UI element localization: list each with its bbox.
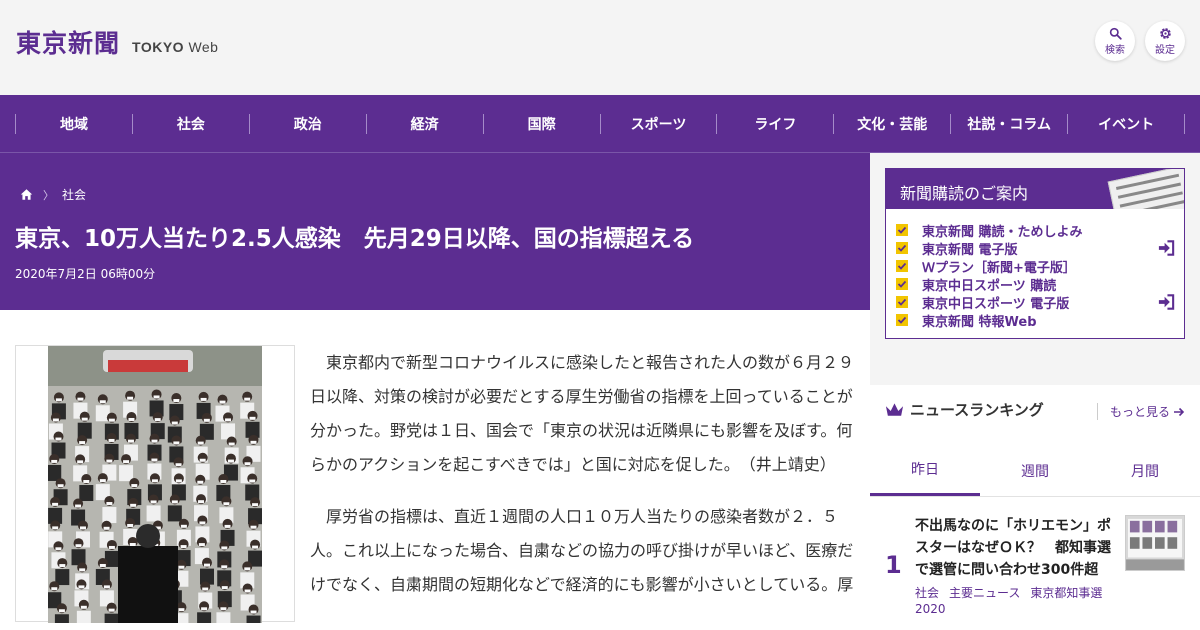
subscription-heading: 新聞購読のご案内 bbox=[900, 184, 1029, 203]
subscription-item-label: 東京新聞 特報Web bbox=[922, 314, 1037, 330]
article-paragraph: 東京都内で新型コロナウイルスに感染したと報告された人の数が６月２９日以降、対策の… bbox=[310, 353, 855, 474]
tab-yesterday[interactable]: 昨日 bbox=[870, 445, 980, 496]
checkbox-icon bbox=[896, 224, 908, 236]
subscription-item-label: 東京中日スポーツ 電子版 bbox=[922, 296, 1070, 312]
checkbox-icon bbox=[896, 314, 908, 326]
tab-monthly[interactable]: 月間 bbox=[1090, 445, 1200, 496]
nav-item-international[interactable]: 国際 bbox=[482, 114, 600, 134]
search-label: 検索 bbox=[1105, 44, 1125, 56]
home-icon[interactable] bbox=[20, 188, 33, 201]
ranking-tag[interactable]: 主要ニュース bbox=[949, 586, 1020, 600]
ranking-tabs: 昨日 週間 月間 bbox=[870, 445, 1200, 497]
subscription-item[interactable]: Ｗプラン［新聞+電子版］ bbox=[896, 257, 1176, 276]
subscription-item-label: 東京新聞 購読・ためしよみ bbox=[922, 224, 1083, 240]
article-date: 2020年7月2日 06時00分 bbox=[15, 267, 156, 281]
article-paragraph: 厚労省の指標は、直近１週間の人口１０万人当たりの感染者数が２．５人。これ以上にな… bbox=[310, 507, 854, 594]
ranking-item[interactable]: 1 不出馬なのに「ホリエモン」ポスターはなぜＯＫ？ 都知事選で選管に問い合わせ3… bbox=[870, 513, 1200, 623]
crowd-photo bbox=[48, 346, 262, 623]
more-link-label: もっと見る bbox=[1109, 405, 1170, 419]
nav-item-life[interactable]: ライフ bbox=[716, 114, 833, 134]
subscription-heading-bar: 新聞購読のご案内 bbox=[886, 169, 1184, 209]
nav-item-events[interactable]: イベント bbox=[1067, 114, 1186, 134]
gear-icon bbox=[1159, 27, 1171, 39]
global-nav: 地域 社会 政治 経済 国際 スポーツ ライフ 文化・芸能 社説・コラム イベン… bbox=[0, 95, 1200, 153]
settings-label: 設定 bbox=[1155, 44, 1175, 56]
checkbox-icon bbox=[896, 296, 908, 308]
subscription-item[interactable]: 東京新聞 特報Web bbox=[896, 311, 1176, 330]
article-text: 東京都内で新型コロナウイルスに感染したと報告された人の数が６月２９日以降、対策の… bbox=[310, 346, 856, 620]
more-link[interactable]: もっと見る bbox=[1096, 403, 1185, 420]
nav-item-economy[interactable]: 経済 bbox=[365, 114, 483, 134]
logo-japanese: 東京新聞 bbox=[16, 29, 121, 58]
subscription-item[interactable]: 東京中日スポーツ 購読 bbox=[896, 275, 1176, 294]
checkbox-icon bbox=[896, 278, 908, 290]
poster-board-image bbox=[1126, 516, 1184, 570]
nav-item-sports[interactable]: スポーツ bbox=[599, 114, 717, 134]
subscription-item[interactable]: 東京新聞 購読・ためしよみ bbox=[896, 221, 1176, 240]
breadcrumb-category[interactable]: 社会 bbox=[62, 186, 86, 203]
arrow-right-icon bbox=[1174, 407, 1185, 416]
crown-icon bbox=[885, 402, 904, 416]
nav-item-region[interactable]: 地域 bbox=[15, 114, 132, 134]
subscription-item-label: 東京中日スポーツ 購読 bbox=[922, 278, 1057, 294]
article-header: 〉 社会 東京、10万人当たり2.5人感染 先月29日以降、国の指標超える 20… bbox=[0, 153, 870, 310]
subscription-item[interactable]: 東京新聞 電子版 bbox=[896, 239, 1176, 258]
nav-item-society[interactable]: 社会 bbox=[131, 114, 249, 134]
subscription-item-label: 東京新聞 電子版 bbox=[922, 242, 1018, 258]
news-ranking: ニュースランキング もっと見る 昨日 週間 月間 1 不出馬なのに「ホリエモン」… bbox=[870, 385, 1200, 630]
article-title: 東京、10万人当たり2.5人感染 先月29日以降、国の指標超える bbox=[15, 226, 695, 252]
login-icon[interactable] bbox=[1157, 239, 1176, 257]
login-icon[interactable] bbox=[1157, 293, 1176, 311]
logo-english: TOKYO Web bbox=[132, 39, 218, 55]
newspaper-icon bbox=[1107, 169, 1184, 209]
checkbox-icon bbox=[896, 260, 908, 272]
logo-english-light: Web bbox=[188, 39, 219, 55]
ranking-heading: ニュースランキング bbox=[885, 399, 1044, 420]
search-button[interactable]: 検索 bbox=[1095, 21, 1135, 61]
ranking-thumbnail[interactable] bbox=[1125, 515, 1185, 571]
subscription-item-label: Ｗプラン［新聞+電子版］ bbox=[922, 260, 1076, 276]
search-icon bbox=[1109, 27, 1122, 40]
subscription-box: 新聞購読のご案内 東京新聞 購読・ためしよみ 東京新聞 電子版 Ｗプラン［新聞+… bbox=[885, 168, 1185, 339]
sidebar: 新聞購読のご案内 東京新聞 購読・ためしよみ 東京新聞 電子版 Ｗプラン［新聞+… bbox=[870, 153, 1200, 630]
subscription-list: 東京新聞 購読・ためしよみ 東京新聞 電子版 Ｗプラン［新聞+電子版］ 東京中日… bbox=[886, 209, 1184, 330]
checkbox-icon bbox=[896, 242, 908, 254]
breadcrumb-separator: 〉 bbox=[43, 188, 54, 202]
nav-item-politics[interactable]: 政治 bbox=[248, 114, 366, 134]
site-logo[interactable]: 東京新聞 TOKYO Web bbox=[16, 24, 218, 60]
tab-weekly[interactable]: 週間 bbox=[980, 445, 1090, 496]
settings-button[interactable]: 設定 bbox=[1145, 21, 1185, 61]
ranking-item-title[interactable]: 不出馬なのに「ホリエモン」ポスターはなぜＯＫ？ 都知事選で選管に問い合わせ300… bbox=[915, 515, 1115, 581]
logo-english-bold: TOKYO bbox=[132, 39, 185, 55]
global-nav-list: 地域 社会 政治 経済 国際 スポーツ ライフ 文化・芸能 社説・コラム イベン… bbox=[15, 95, 1186, 153]
ranking-tags: 社会 主要ニュース 東京都知事選2020 bbox=[915, 585, 1120, 617]
nav-item-editorial[interactable]: 社説・コラム bbox=[950, 114, 1067, 134]
article-body: 東京都内で新型コロナウイルスに感染したと報告された人の数が６月２９日以降、対策の… bbox=[0, 310, 870, 630]
ranking-title: ニュースランキング bbox=[910, 401, 1044, 419]
subscription-item[interactable]: 東京中日スポーツ 電子版 bbox=[896, 293, 1176, 312]
article-photo[interactable] bbox=[15, 345, 295, 623]
ranking-number: 1 bbox=[885, 551, 902, 579]
ranking-tag[interactable]: 社会 bbox=[915, 586, 939, 600]
site-header: 東京新聞 TOKYO Web 検索 設定 bbox=[0, 0, 1200, 95]
breadcrumb: 〉 社会 bbox=[20, 186, 86, 203]
nav-item-culture[interactable]: 文化・芸能 bbox=[833, 114, 950, 134]
